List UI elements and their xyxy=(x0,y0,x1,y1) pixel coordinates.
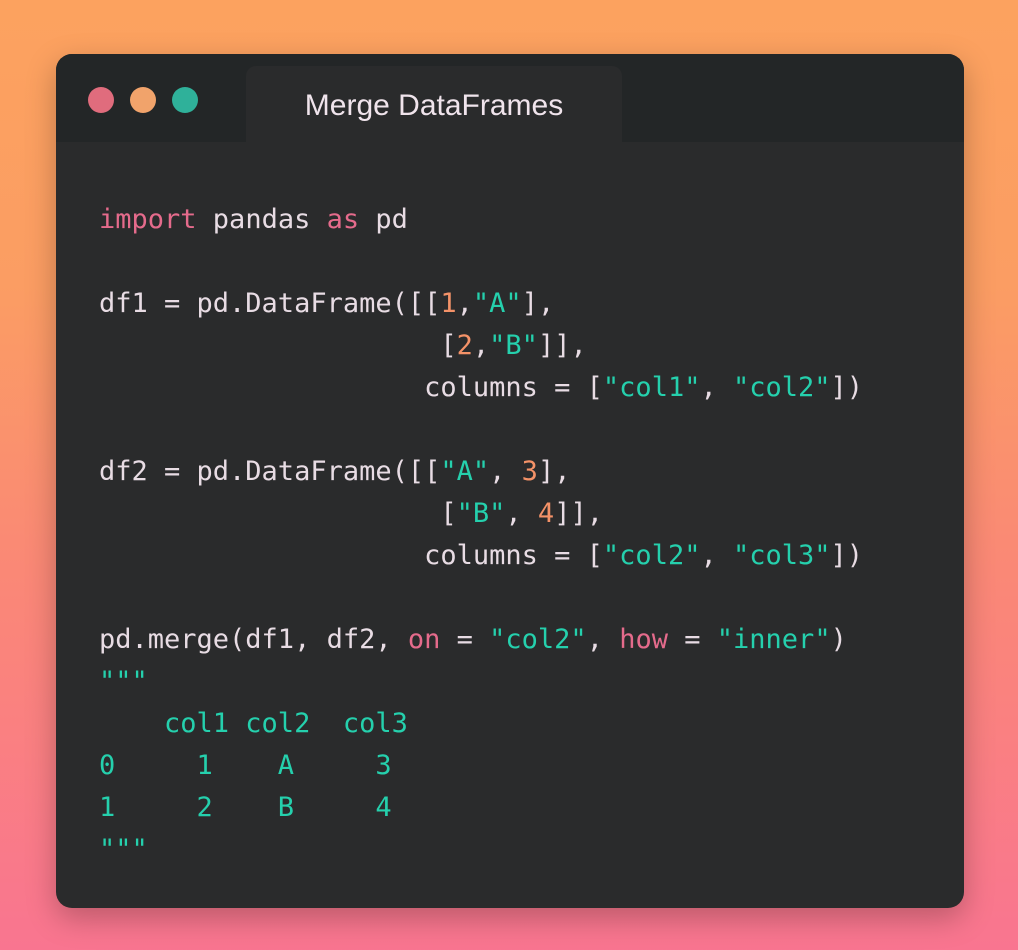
code-window: Merge DataFrames import pandas as pd df1… xyxy=(56,54,964,908)
code-token: how xyxy=(619,624,668,655)
code-token: as xyxy=(326,204,360,235)
code-line: df2 = pd.DataFrame([["A", 3], xyxy=(99,456,570,487)
code-token: on xyxy=(407,624,441,655)
code-token: 1 xyxy=(440,288,457,319)
code-token: "col1" xyxy=(602,372,701,403)
code-token: , xyxy=(700,540,733,571)
code-token: pandas xyxy=(196,204,327,235)
code-token: 2 xyxy=(456,330,473,361)
code-token: import xyxy=(99,204,197,235)
code-line: columns = ["col2", "col3"]) xyxy=(99,540,863,571)
code-token: = xyxy=(668,624,717,655)
code-token: , xyxy=(489,456,522,487)
minimize-button[interactable] xyxy=(130,87,156,113)
code-token: "col2" xyxy=(732,372,831,403)
output-row: 0 1 A 3 xyxy=(99,750,392,781)
code-line: ["B", 4]], xyxy=(99,498,603,529)
code-token: [ xyxy=(99,330,457,361)
code-token: columns = [ xyxy=(99,372,603,403)
code-token: , xyxy=(586,624,620,655)
code-token: ]) xyxy=(830,540,864,571)
code-token: "col3" xyxy=(732,540,831,571)
code-line: columns = ["col1", "col2"]) xyxy=(99,372,863,403)
code-token: columns = [ xyxy=(99,540,603,571)
code-token: ) xyxy=(830,624,847,655)
code-token: "A" xyxy=(440,456,490,487)
code-token: ]) xyxy=(830,372,864,403)
code-line: [2,"B"]], xyxy=(99,330,587,361)
code-token: , xyxy=(700,372,733,403)
code-token: ]], xyxy=(554,498,603,529)
code-token: "col2" xyxy=(489,624,587,655)
code-line: df1 = pd.DataFrame([[1,"A"], xyxy=(99,288,554,319)
code-token: ], xyxy=(537,456,571,487)
code-token: ]], xyxy=(537,330,587,361)
code-token: "B" xyxy=(489,330,538,361)
title-bar: Merge DataFrames xyxy=(56,54,964,146)
code-token: , xyxy=(505,498,538,529)
code-token: ], xyxy=(521,288,555,319)
maximize-button[interactable] xyxy=(172,87,198,113)
code-line: import pandas as pd xyxy=(99,204,408,235)
code-token: "inner" xyxy=(716,624,831,655)
code-token: pd xyxy=(359,204,408,235)
code-block: import pandas as pd df1 = pd.DataFrame([… xyxy=(99,199,863,871)
code-token: "B" xyxy=(456,498,506,529)
code-token: df1 = pd.DataFrame([[ xyxy=(99,288,441,319)
code-token: pd.merge(df1, df2, xyxy=(99,624,408,655)
code-token: "col2" xyxy=(602,540,701,571)
code-token: "A" xyxy=(472,288,522,319)
docstring-quote: """ xyxy=(99,834,148,865)
code-token: df2 = pd.DataFrame([[ xyxy=(99,456,441,487)
code-token: = xyxy=(440,624,490,655)
docstring-quote: """ xyxy=(99,666,148,697)
code-token: 3 xyxy=(521,456,538,487)
code-token: , xyxy=(472,330,490,361)
code-token: 4 xyxy=(537,498,555,529)
code-token: , xyxy=(456,288,473,319)
tab-label: Merge DataFrames xyxy=(304,89,564,122)
close-button[interactable] xyxy=(88,87,114,113)
code-token: [ xyxy=(99,498,457,529)
output-row: 1 2 B 4 xyxy=(99,792,392,823)
tab-merge-dataframes[interactable]: Merge DataFrames xyxy=(246,66,622,146)
output-header: col1 col2 col3 xyxy=(99,708,408,739)
code-line: pd.merge(df1, df2, on = "col2", how = "i… xyxy=(99,624,847,655)
